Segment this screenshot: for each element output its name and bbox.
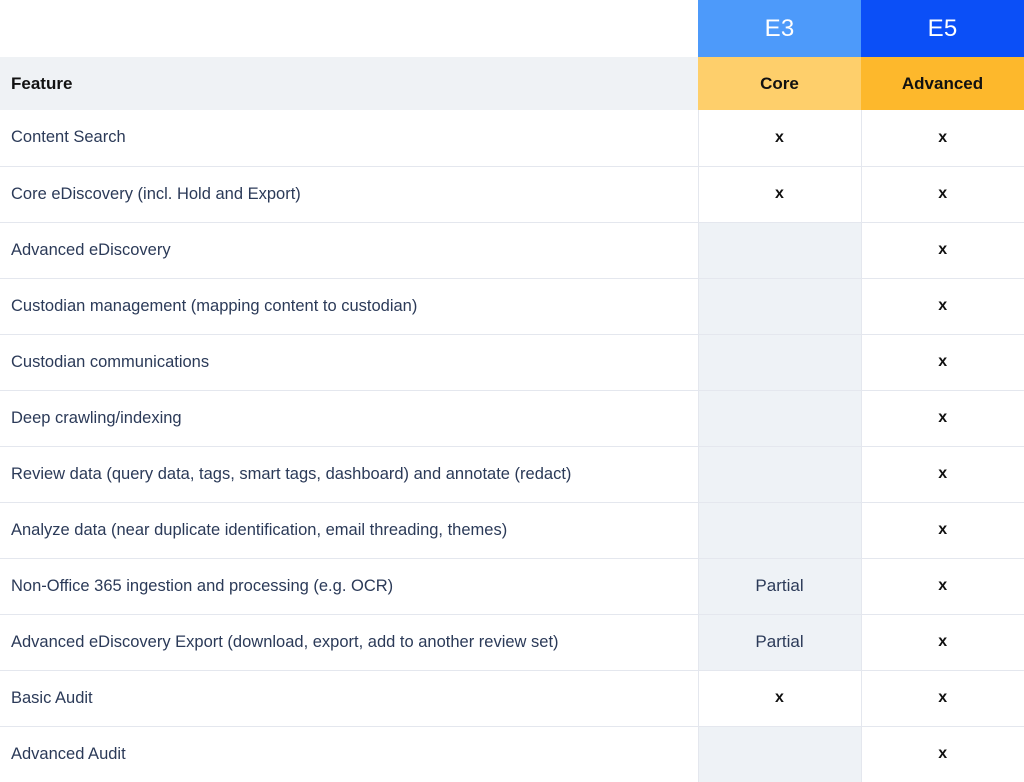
feature-label: Core eDiscovery (incl. Hold and Export) — [0, 165, 698, 222]
cell-e5: x — [860, 333, 1024, 390]
table-row: Deep crawling/indexing x — [0, 389, 1024, 446]
feature-column-header: Feature — [0, 57, 698, 110]
cell-e3 — [697, 277, 861, 334]
cell-e3 — [697, 333, 861, 390]
plan-name-row: E3 E5 — [0, 0, 1024, 57]
table-row: Custodian communications x — [0, 333, 1024, 390]
cell-e5: x — [860, 389, 1024, 446]
cell-e3: Partial — [697, 557, 861, 614]
table-body: Content Search x x Core eDiscovery (incl… — [0, 110, 1024, 782]
plan-comparison-table: E3 E5 Feature Core Advanced Content Sear… — [0, 0, 1024, 782]
cell-e3 — [697, 501, 861, 558]
cell-e5: x — [860, 613, 1024, 670]
cell-e5: x — [860, 557, 1024, 614]
feature-label: Custodian communications — [0, 333, 698, 390]
cell-e3 — [697, 221, 861, 278]
table-row: Advanced eDiscovery Export (download, ex… — [0, 613, 1024, 670]
feature-label: Advanced Audit — [0, 725, 698, 782]
cell-e5: x — [860, 669, 1024, 726]
tier-row: Feature Core Advanced — [0, 57, 1024, 110]
table-row: Advanced eDiscovery x — [0, 221, 1024, 278]
feature-label: Deep crawling/indexing — [0, 389, 698, 446]
feature-label: Advanced eDiscovery Export (download, ex… — [0, 613, 698, 670]
table-row: Review data (query data, tags, smart tag… — [0, 445, 1024, 502]
cell-e3: Partial — [697, 613, 861, 670]
tier-label-core: Core — [698, 57, 861, 110]
cell-e3 — [697, 725, 861, 782]
feature-label: Custodian management (mapping content to… — [0, 277, 698, 334]
table-row: Custodian management (mapping content to… — [0, 277, 1024, 334]
cell-e5: x — [860, 165, 1024, 222]
table-header: E3 E5 Feature Core Advanced — [0, 0, 1024, 110]
cell-e3 — [697, 445, 861, 502]
cell-e5: x — [860, 501, 1024, 558]
feature-label: Non-Office 365 ingestion and processing … — [0, 557, 698, 614]
table-row: Non-Office 365 ingestion and processing … — [0, 557, 1024, 614]
feature-label: Content Search — [0, 110, 698, 166]
cell-e3: x — [697, 669, 861, 726]
cell-e5: x — [860, 221, 1024, 278]
cell-e5: x — [860, 277, 1024, 334]
cell-e3: x — [697, 165, 861, 222]
table-row: Advanced Audit x — [0, 725, 1024, 782]
cell-e3 — [697, 389, 861, 446]
cell-e5: x — [860, 725, 1024, 782]
table-row: Analyze data (near duplicate identificat… — [0, 501, 1024, 558]
plan-name-e3: E3 — [698, 0, 861, 57]
tier-label-advanced: Advanced — [861, 57, 1024, 110]
table-row: Core eDiscovery (incl. Hold and Export) … — [0, 165, 1024, 222]
feature-label: Analyze data (near duplicate identificat… — [0, 501, 698, 558]
cell-e5: x — [860, 110, 1024, 166]
feature-label: Basic Audit — [0, 669, 698, 726]
cell-e5: x — [860, 445, 1024, 502]
plan-name-e5: E5 — [861, 0, 1024, 57]
feature-label: Advanced eDiscovery — [0, 221, 698, 278]
header-spacer-cell — [0, 0, 698, 57]
feature-label: Review data (query data, tags, smart tag… — [0, 445, 698, 502]
table-row: Basic Audit x x — [0, 669, 1024, 726]
table-row: Content Search x x — [0, 110, 1024, 166]
cell-e3: x — [697, 110, 861, 166]
